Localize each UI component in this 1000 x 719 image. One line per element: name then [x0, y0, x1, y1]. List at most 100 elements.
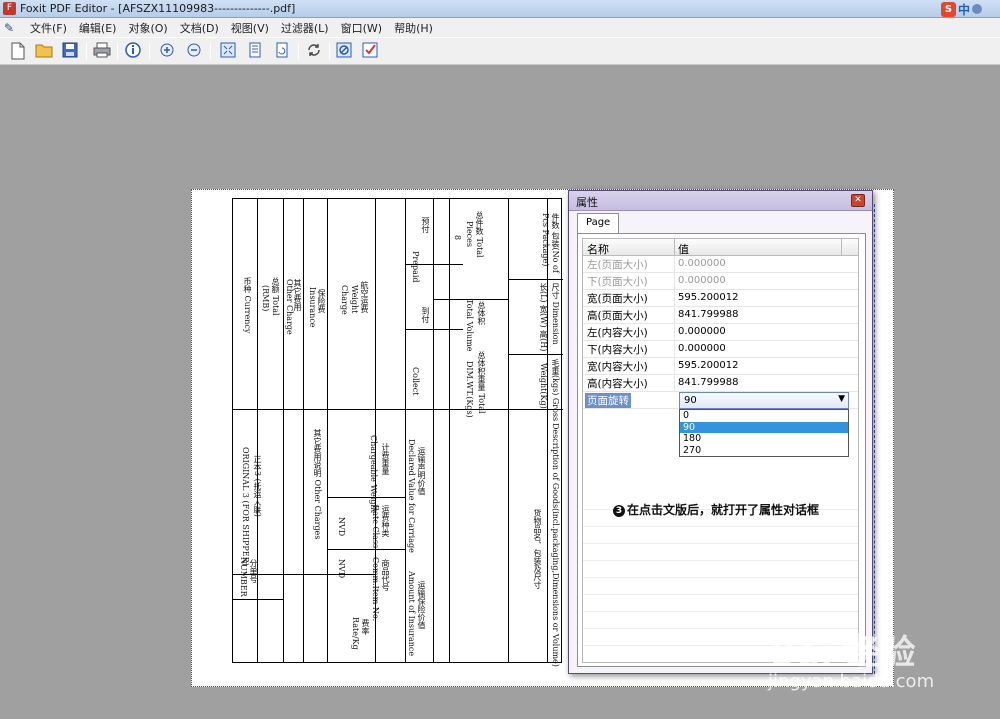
doc-text: Chargeable Weight — [369, 435, 378, 513]
sogou-ime-icon[interactable]: S — [940, 1, 956, 17]
doc-text: Prepaid — [411, 251, 420, 283]
dialog-title-bar[interactable]: 属性 ✕ — [569, 191, 872, 211]
rotation-option[interactable]: 180 — [680, 433, 848, 445]
doc-text: 总体积 — [477, 301, 486, 325]
fit-page-icon[interactable] — [218, 42, 238, 62]
column-header-name[interactable]: 名称 — [587, 241, 609, 257]
rotation-option[interactable]: 270 — [680, 445, 848, 457]
doc-text: Rate/Kg — [351, 617, 360, 650]
rotation-option[interactable]: 0 — [680, 410, 848, 422]
doc-text: Amount of Insurance — [407, 571, 416, 657]
property-value: 0.000000 — [678, 343, 726, 354]
toolbar-separator — [86, 43, 87, 60]
property-name: 下(页面大小) — [587, 276, 648, 288]
info-icon[interactable] — [123, 42, 143, 62]
check-icon[interactable] — [360, 42, 380, 62]
row-divider — [674, 375, 675, 392]
new-icon[interactable] — [8, 42, 28, 62]
chevron-down-icon[interactable]: ▼ — [838, 394, 845, 404]
foxit-icon: F — [3, 2, 16, 15]
doc-text: 正本3 (托运人联) — [253, 455, 262, 517]
column-divider[interactable] — [674, 239, 675, 256]
doc-text: 总额 Total — [271, 277, 280, 316]
form-line — [327, 497, 405, 498]
menu-document[interactable]: 文档(D) — [174, 20, 225, 36]
property-row[interactable]: 高(页面大小) 841.799988 — [583, 307, 858, 324]
menu-help[interactable]: 帮助(H) — [388, 20, 439, 36]
zoom-in-icon[interactable] — [157, 42, 177, 62]
doc-text: ORIGINAL 3 (FOR SHIPPER) — [241, 447, 250, 566]
row-divider — [674, 324, 675, 341]
open-folder-icon[interactable] — [34, 42, 54, 62]
zoom-out-icon[interactable] — [184, 42, 204, 62]
column-header-value[interactable]: 值 — [678, 241, 689, 257]
empty-row — [583, 544, 858, 561]
ime-status-icon[interactable] — [972, 4, 982, 14]
form-line — [508, 354, 563, 355]
menu-file[interactable]: 文件(F) — [24, 20, 73, 36]
property-row[interactable]: 左(页面大小) 0.000000 — [583, 256, 858, 273]
rotation-dropdown-list: 0 90 180 270 — [679, 409, 849, 457]
toolbar — [0, 37, 1000, 65]
doc-text: Other Charge — [285, 279, 294, 335]
menu-filter[interactable]: 过滤器(L) — [275, 20, 335, 36]
window-title: Foxit PDF Editor - [AFSZX11109983-------… — [20, 2, 296, 15]
doc-text: 运输保险价值 — [417, 581, 426, 629]
tab-page[interactable]: Page — [577, 213, 620, 234]
waybill-form: 件数 包装(No of Pcs Package) 总件数 Total Piece… — [232, 198, 563, 667]
rotation-select-value: 90 — [684, 395, 697, 406]
column-divider[interactable] — [841, 239, 842, 256]
menu-object[interactable]: 对象(O) — [122, 20, 173, 36]
ime-language-toggle[interactable]: 中 — [958, 1, 970, 18]
doc-text: Total Volume — [465, 299, 474, 352]
property-row[interactable]: 左(内容大小) 0.000000 — [583, 324, 858, 341]
property-grid-header: 名称 值 — [583, 239, 858, 256]
doc-text: 毛重(kgs) Gross — [551, 359, 560, 422]
row-divider — [674, 273, 675, 290]
property-row[interactable]: 下(页面大小) 0.000000 — [583, 273, 858, 290]
toolbar-separator — [298, 43, 299, 60]
property-name: 下(内容大小) — [587, 344, 648, 356]
property-row[interactable]: 宽(页面大小) 595.200012 — [583, 290, 858, 307]
property-row[interactable]: 宽(内容大小) 595.200012 — [583, 358, 858, 375]
doc-text: (RMB) — [261, 285, 270, 312]
stop-icon[interactable] — [334, 42, 354, 62]
doc-text: DIM.WT.(Kgs) — [465, 361, 474, 418]
property-grid: 名称 值 左(页面大小) 0.000000 下(页面大小) 0.000000 宽… — [582, 238, 859, 663]
property-value: 595.200012 — [678, 360, 739, 371]
empty-row — [583, 561, 858, 578]
property-row[interactable]: 高(内容大小) 841.799988 — [583, 375, 858, 392]
page-edge-marker — [874, 204, 876, 674]
menu-edit[interactable]: 编辑(E) — [73, 20, 123, 36]
doc-text: 商品代号 — [381, 559, 390, 591]
row-divider — [674, 341, 675, 358]
row-divider — [674, 307, 675, 324]
doc-text: 长(L) 宽(W) 高(H) — [539, 283, 548, 352]
doc-text: 总体积重量 Total — [477, 351, 486, 414]
save-icon[interactable] — [60, 42, 80, 62]
rotation-select[interactable]: 90 ▼ — [679, 392, 849, 409]
page-icon[interactable] — [245, 42, 265, 62]
refresh-icon[interactable] — [304, 42, 324, 62]
property-value: 0.000000 — [678, 326, 726, 337]
doc-text: Declared Value for Carriage — [407, 439, 416, 553]
property-name: 页面旋转 — [585, 393, 631, 408]
edit-document-icon[interactable]: ✎ — [4, 21, 18, 35]
doc-text: 8 — [453, 235, 462, 241]
dialog-title: 属性 — [576, 196, 598, 209]
rotation-option-selected[interactable]: 90 — [680, 421, 848, 433]
form-line — [508, 199, 509, 662]
close-icon[interactable]: ✕ — [851, 194, 865, 207]
form-line — [233, 409, 563, 410]
step-badge: 3 — [613, 505, 625, 517]
ime-toolbar[interactable]: S 中 — [940, 1, 982, 18]
row-divider — [674, 256, 675, 273]
menu-view[interactable]: 视图(V) — [225, 20, 275, 36]
toolbar-separator — [149, 43, 150, 60]
print-icon[interactable] — [92, 42, 112, 62]
property-row[interactable]: 下(内容大小) 0.000000 — [583, 341, 858, 358]
form-line — [327, 549, 405, 550]
menu-window[interactable]: 窗口(W) — [335, 20, 388, 36]
rotate-icon[interactable] — [272, 42, 292, 62]
form-line — [233, 599, 283, 600]
